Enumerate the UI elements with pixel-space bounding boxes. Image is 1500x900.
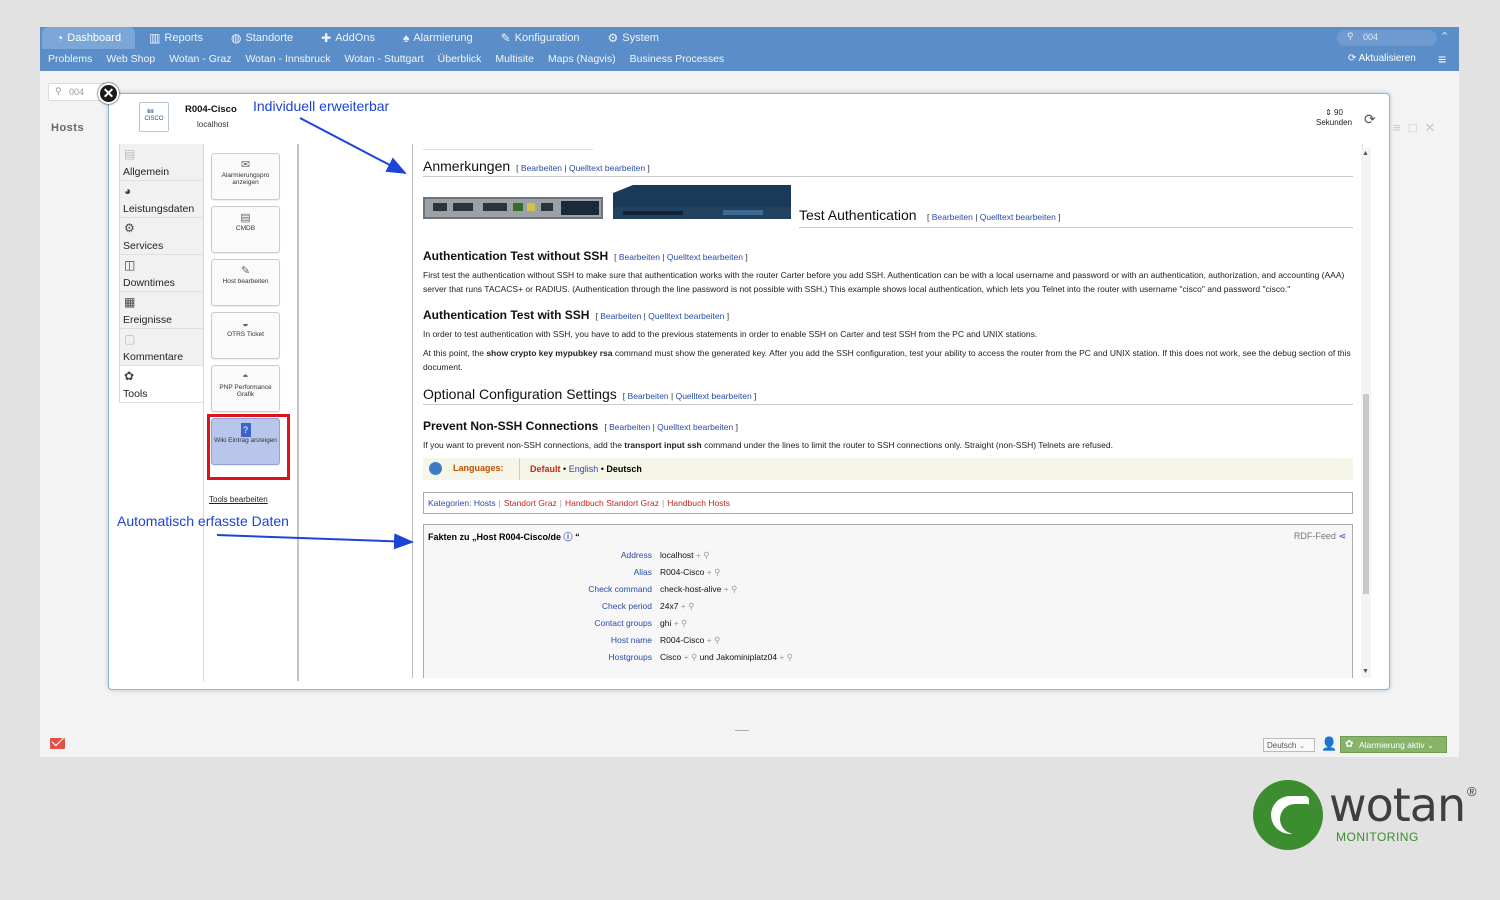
wotan-bird-icon	[1253, 780, 1323, 850]
language-select[interactable]: Deutsch ⌄	[1263, 738, 1315, 752]
brand-word: wotan	[1329, 778, 1466, 832]
brand-registered: ®	[1467, 784, 1477, 799]
brand-sub: MONITORING	[1336, 830, 1419, 844]
language-select-value: Deutsch	[1267, 741, 1297, 750]
chevron-down-icon: ⌄	[1427, 740, 1435, 750]
user-icon[interactable]: 👤	[1321, 736, 1337, 752]
arrow-to-facts	[216, 533, 414, 550]
arrow-to-wiki	[299, 117, 407, 174]
divider	[735, 730, 749, 731]
annotation-arrows	[216, 117, 414, 550]
mail-icon[interactable]	[50, 738, 65, 749]
alarm-icon: ✿	[1345, 739, 1354, 750]
chevron-down-icon: ⌄	[1298, 741, 1306, 750]
alarm-status-button[interactable]: ✿ Alarmierung aktiv ⌄	[1340, 736, 1447, 753]
wotan-logo: wotan ® MONITORING	[1253, 778, 1483, 852]
alarm-status-label: Alarmierung aktiv	[1359, 740, 1425, 750]
